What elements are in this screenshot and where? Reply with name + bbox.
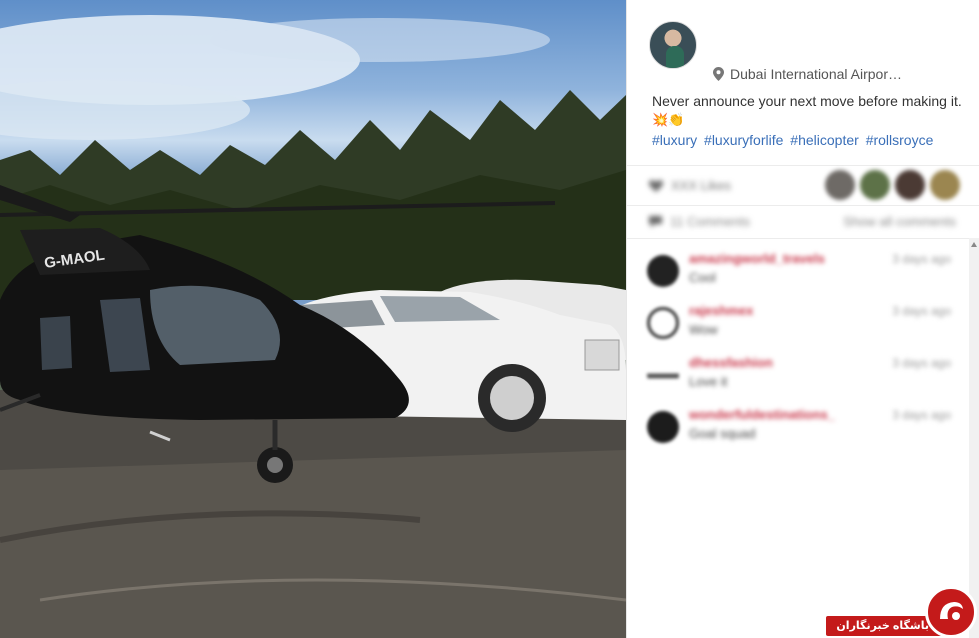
liker-avatars (820, 170, 960, 200)
comment-timestamp: 3 days ago (892, 408, 951, 422)
caption-text: Never announce your next move before mak… (652, 93, 962, 109)
hashtag-link[interactable]: #luxury (652, 132, 697, 148)
post-header: Dubai International Airpor… (627, 0, 979, 90)
watermark: باشگاه خبرنگاران (826, 580, 979, 638)
comment-item: amazingworld_travels Cool 3 days ago (647, 251, 967, 301)
avatar[interactable] (895, 170, 925, 200)
hashtag-link[interactable]: #rollsroyce (866, 132, 934, 148)
comment-item: dhessfashion Love it 3 days ago (647, 355, 967, 405)
comment-scrollbar[interactable] (969, 238, 979, 638)
comment-item: rajeshmex Wow 3 days ago (647, 303, 967, 353)
helicopter-and-cars-image: G-MAOL (0, 15, 626, 638)
hashtag-link[interactable]: #helicopter (790, 132, 859, 148)
hashtag-link[interactable]: #luxuryforlife (704, 132, 783, 148)
avatar[interactable] (647, 255, 679, 287)
comment-text: Wow (689, 322, 718, 337)
likes-count: XXX Likes (671, 178, 731, 193)
comments-count: 11 Comments (670, 214, 750, 229)
heart-icon (649, 179, 663, 192)
avatar[interactable] (649, 21, 697, 69)
watermark-logo-icon (925, 586, 977, 638)
comment-text: Cool (689, 270, 716, 285)
comment-username[interactable]: amazingworld_travels (689, 251, 825, 266)
avatar[interactable] (860, 170, 890, 200)
avatar[interactable] (930, 170, 960, 200)
show-all-comments-link[interactable]: Show all comments (843, 214, 956, 229)
hashtag-list: #luxury #luxuryforlife #helicopter #roll… (652, 132, 936, 148)
comment-username[interactable]: wonderfuldestinations_ (689, 407, 835, 422)
avatar[interactable] (647, 307, 679, 339)
avatar[interactable] (647, 411, 679, 443)
map-pin-icon (713, 67, 724, 81)
caption-emojis: 💥👏 (652, 112, 685, 127)
comment-list: amazingworld_travels Cool 3 days ago raj… (627, 238, 979, 638)
comments-row: 11 Comments Show all comments (627, 205, 979, 237)
comment-item: wonderfuldestinations_ Goal squad 3 days… (647, 407, 967, 457)
likes-row[interactable]: XXX Likes (627, 165, 979, 205)
comment-timestamp: 3 days ago (892, 252, 951, 266)
scroll-up-arrow-icon[interactable] (971, 242, 977, 247)
comment-text: Goal squad (689, 426, 756, 441)
post-details-panel: Dubai International Airpor… Never announ… (626, 0, 979, 638)
comment-username[interactable]: rajeshmex (689, 303, 753, 318)
avatar[interactable] (825, 170, 855, 200)
post-photo[interactable]: G-MAOL (0, 0, 626, 638)
comment-timestamp: 3 days ago (892, 356, 951, 370)
post-caption: Never announce your next move before mak… (652, 92, 962, 129)
location-text: Dubai International Airpor… (730, 66, 902, 82)
location-link[interactable]: Dubai International Airpor… (713, 66, 902, 82)
comment-bubble-icon (649, 215, 662, 228)
avatar[interactable] (647, 359, 679, 391)
comment-username[interactable]: dhessfashion (689, 355, 773, 370)
comment-timestamp: 3 days ago (892, 304, 951, 318)
comment-text: Love it (689, 374, 728, 389)
